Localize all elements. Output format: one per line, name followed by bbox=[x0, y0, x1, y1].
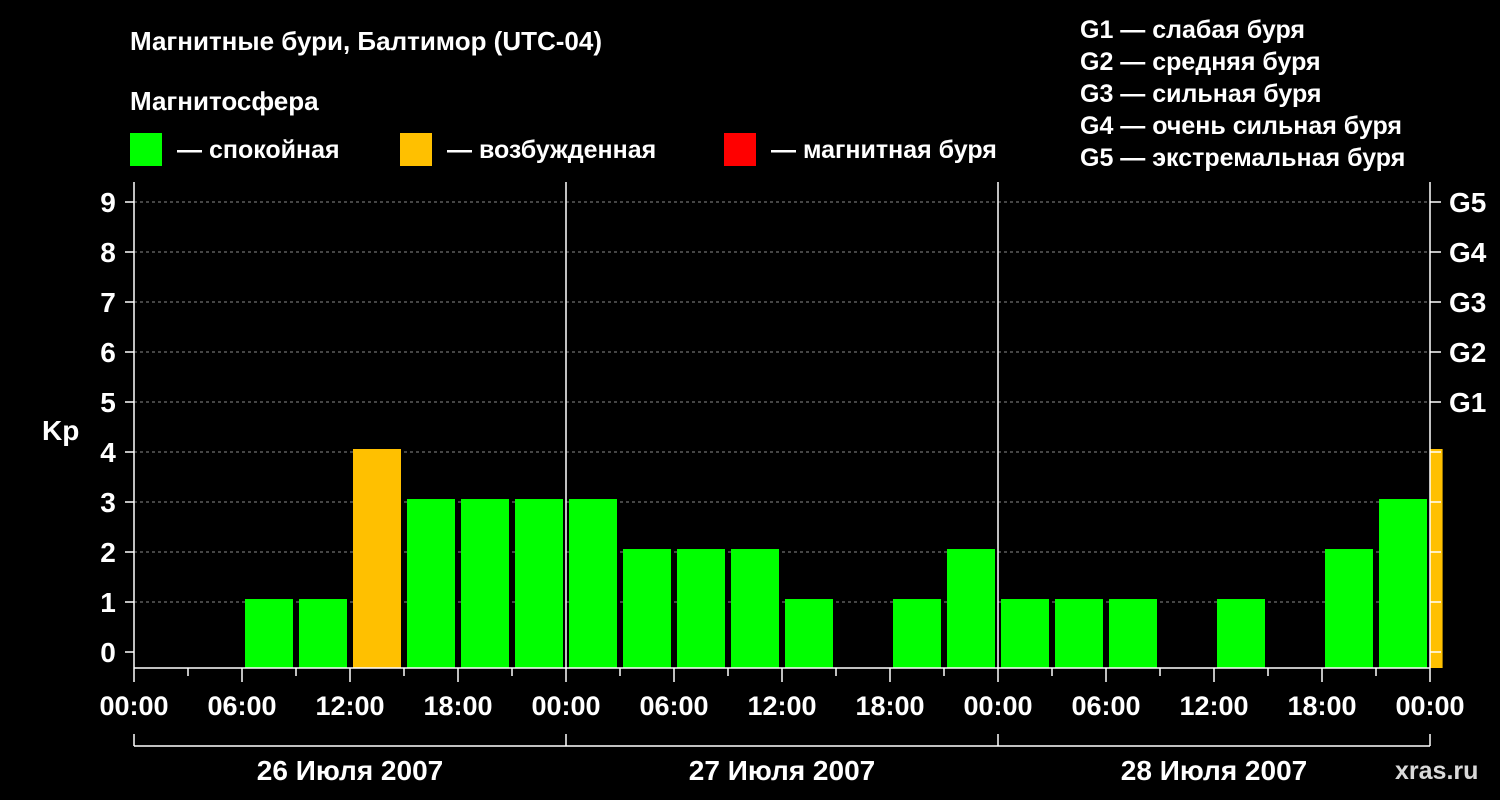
y-tick-label-0: 0 bbox=[100, 637, 116, 668]
bar-12 bbox=[785, 599, 833, 668]
scale-legend-g1: G1 — слабая буря bbox=[1080, 16, 1305, 44]
bar-20 bbox=[1217, 599, 1265, 668]
x-tick-label-5: 06:00 bbox=[639, 691, 708, 721]
legend-swatch-storm bbox=[724, 133, 756, 166]
bar-9 bbox=[623, 549, 671, 668]
bar-4 bbox=[353, 449, 401, 668]
x-tick-label-2: 12:00 bbox=[315, 691, 384, 721]
legend-label-storm: — магнитная буря bbox=[771, 136, 997, 164]
legend-swatch-active bbox=[400, 133, 432, 166]
bar-6 bbox=[461, 499, 509, 668]
x-tick-label-9: 06:00 bbox=[1071, 691, 1140, 721]
x-tick-label-11: 18:00 bbox=[1287, 691, 1356, 721]
bar-8 bbox=[569, 499, 617, 668]
x-tick-label-8: 00:00 bbox=[963, 691, 1032, 721]
legend-label-quiet: — спокойная bbox=[177, 136, 340, 164]
y-tick-label-4: 4 bbox=[100, 437, 116, 468]
bar-16 bbox=[1001, 599, 1049, 668]
x-tick-label-12: 00:00 bbox=[1395, 691, 1464, 721]
bar-14 bbox=[893, 599, 941, 668]
right-tick-label-G3: G3 bbox=[1449, 287, 1486, 318]
bar-11 bbox=[731, 549, 779, 668]
bar-24 bbox=[1430, 449, 1443, 668]
right-tick-label-G5: G5 bbox=[1449, 187, 1486, 218]
y-tick-label-9: 9 bbox=[100, 187, 116, 218]
x-tick-label-10: 12:00 bbox=[1179, 691, 1248, 721]
scale-legend-g5: G5 — экстремальная буря bbox=[1080, 144, 1405, 172]
scale-legend-g2: G2 — средняя буря bbox=[1080, 48, 1321, 76]
right-tick-label-G4: G4 bbox=[1449, 237, 1487, 268]
y-tick-label-2: 2 bbox=[100, 537, 116, 568]
bar-23 bbox=[1379, 499, 1427, 668]
bar-7 bbox=[515, 499, 563, 668]
legend-swatch-quiet bbox=[130, 133, 162, 166]
bar-3 bbox=[299, 599, 347, 668]
bar-22 bbox=[1325, 549, 1373, 668]
scale-legend-g4: G4 — очень сильная буря bbox=[1080, 112, 1402, 140]
y-tick-label-6: 6 bbox=[100, 337, 116, 368]
x-tick-label-3: 18:00 bbox=[423, 691, 492, 721]
bar-10 bbox=[677, 549, 725, 668]
date-label-1: 27 Июля 2007 bbox=[689, 755, 875, 786]
x-tick-label-4: 00:00 bbox=[531, 691, 600, 721]
y-tick-label-1: 1 bbox=[100, 587, 116, 618]
kp-chart: Магнитные бури, Балтимор (UTC-04) Магнит… bbox=[42, 16, 1487, 786]
bar-2 bbox=[245, 599, 293, 668]
date-label-0: 26 Июля 2007 bbox=[257, 755, 443, 786]
watermark: xras.ru bbox=[1395, 757, 1478, 785]
plot-area: 0 1 2 3 4 5 6 7 8 9 G1 G2 G3 G4 G5 00:00 06:00 12:00 18:00… bbox=[99, 182, 1487, 786]
x-tick-label-7: 18:00 bbox=[855, 691, 924, 721]
bar-5 bbox=[407, 499, 455, 668]
y-tick-label-7: 7 bbox=[100, 287, 116, 318]
scale-legend-g3: G3 — сильная буря bbox=[1080, 80, 1322, 108]
legend-heading: Магнитосфера bbox=[130, 86, 319, 116]
bar-18 bbox=[1109, 599, 1157, 668]
legend-label-active: — возбужденная bbox=[447, 136, 656, 164]
x-tick-label-6: 12:00 bbox=[747, 691, 816, 721]
y-axis-label: Kp bbox=[42, 415, 79, 446]
bar-17 bbox=[1055, 599, 1103, 668]
x-tick-label-0: 00:00 bbox=[99, 691, 168, 721]
chart-title: Магнитные бури, Балтимор (UTC-04) bbox=[130, 26, 602, 56]
y-tick-label-3: 3 bbox=[100, 487, 116, 518]
y-tick-label-8: 8 bbox=[100, 237, 116, 268]
date-label-2: 28 Июля 2007 bbox=[1121, 755, 1307, 786]
y-tick-label-5: 5 bbox=[100, 387, 116, 418]
x-tick-label-1: 06:00 bbox=[207, 691, 276, 721]
right-tick-label-G1: G1 bbox=[1449, 387, 1486, 418]
bar-15 bbox=[947, 549, 995, 668]
right-tick-label-G2: G2 bbox=[1449, 337, 1486, 368]
